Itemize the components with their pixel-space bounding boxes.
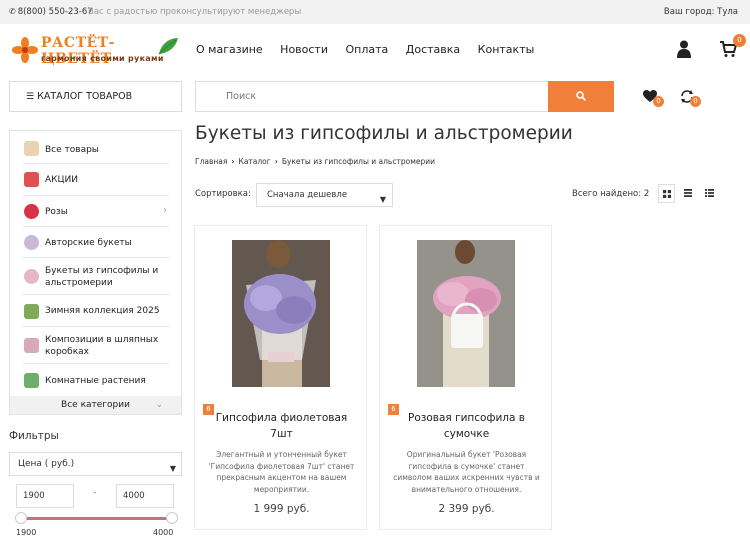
price-range-max-label: 4000 <box>153 528 174 537</box>
category-label: АКЦИИ <box>45 175 78 185</box>
category-item-active[interactable]: Букеты из гипсофилы и альстромерии <box>23 258 169 295</box>
search-icon <box>576 91 586 101</box>
user-icon[interactable] <box>677 40 691 58</box>
results-count: Всего найдено: 2 <box>572 189 650 199</box>
category-label: Авторские букеты <box>45 238 132 248</box>
sort-select[interactable]: Сначала дешевле ▼ <box>256 183 393 207</box>
phone-link[interactable]: ✆ 8(800) 550-23-67 <box>9 7 93 17</box>
chevron-right-icon: › <box>163 205 167 216</box>
bouquet-icon <box>24 235 39 250</box>
price-slider-track[interactable] <box>20 517 173 520</box>
category-item[interactable]: Зимняя коллекция 2025 <box>23 295 169 327</box>
category-label: Композиции в шляпных коробках <box>45 335 159 357</box>
page-title: Букеты из гипсофилы и альстромерии <box>195 123 573 144</box>
breadcrumb-current: Букеты из гипсофилы и альстромерии <box>281 157 435 166</box>
price-filter-toggle[interactable]: Цена ( руб.) ▼ <box>9 452 182 476</box>
site-logo[interactable]: РАСТЁТ-ЦВЕТЁТ гармония своими руками <box>12 34 182 68</box>
breadcrumb-separator-icon: › <box>231 157 235 166</box>
grid-view-button[interactable] <box>658 184 675 203</box>
category-item[interactable]: Комнатные растения <box>23 364 169 394</box>
logo-tagline: гармония своими руками <box>41 54 164 63</box>
consult-text: Вас с радостью проконсультируют менеджер… <box>88 7 302 17</box>
chevron-down-icon: ▼ <box>169 464 176 473</box>
rose-icon <box>24 204 39 219</box>
compact-list-view-button[interactable] <box>701 184 718 203</box>
category-item[interactable]: АКЦИИ <box>23 164 169 196</box>
chevron-down-icon: ▼ <box>379 195 386 204</box>
product-card[interactable]: 6 Гипсофила фиолетовая 7шт Элегантный и … <box>194 225 367 530</box>
product-name[interactable]: Гипсофила фиолетовая 7шт <box>205 410 358 442</box>
range-dash: - <box>93 488 97 498</box>
sort-label: Сортировка: <box>195 189 251 199</box>
category-menu: Все товары АКЦИИ Розы › Авторские букеты… <box>9 130 182 415</box>
product-description: Оригинальный букет 'Розовая гипсофила в … <box>393 450 540 494</box>
sort-value: Сначала дешевле <box>267 190 348 200</box>
product-image[interactable] <box>232 240 330 387</box>
breadcrumb-catalog[interactable]: Каталог <box>239 157 271 166</box>
category-item[interactable]: Розы › <box>23 196 169 227</box>
nav-delivery[interactable]: Доставка <box>406 43 460 56</box>
price-filter-label: Цена ( руб.) <box>18 459 75 469</box>
phone-number: 8(800) 550-23-67 <box>17 7 93 17</box>
all-categories-label: Все категории <box>61 400 130 410</box>
product-description: Элегантный и утонченный букет 'Гипсофила… <box>208 450 355 494</box>
cart-icon <box>24 141 39 156</box>
phone-icon: ✆ <box>9 7 16 16</box>
catalog-button[interactable]: ☰ КАТАЛОГ ТОВАРОВ <box>9 81 182 112</box>
category-item[interactable]: Все товары <box>23 138 169 164</box>
price-slider-min-handle[interactable] <box>15 512 27 524</box>
nav-contacts[interactable]: Контакты <box>478 43 535 56</box>
search-input[interactable] <box>195 81 549 112</box>
compact-list-icon <box>705 189 714 197</box>
filters-title: Фильтры <box>9 430 59 442</box>
category-item[interactable]: Композиции в шляпных коробках <box>23 327 169 364</box>
nav-about[interactable]: О магазине <box>196 43 263 56</box>
product-price: 2 399 руб. <box>438 503 495 515</box>
category-label: Зимняя коллекция 2025 <box>45 306 160 316</box>
product-price: 1 999 руб. <box>253 503 310 515</box>
plant-icon <box>24 373 39 388</box>
search-button[interactable] <box>548 81 614 112</box>
product-card[interactable]: 6 Розовая гипсофила в сумочке Оригинальн… <box>379 225 552 530</box>
nav-payment[interactable]: Оплата <box>346 43 389 56</box>
category-label: Розы <box>45 207 68 217</box>
list-view-button[interactable] <box>680 184 697 203</box>
gypsophila-icon <box>24 269 39 284</box>
main-nav: О магазине Новости Оплата Доставка Конта… <box>196 43 548 56</box>
price-max-input[interactable]: 4000 <box>116 484 174 508</box>
list-icon: ☰ <box>26 92 35 102</box>
hatbox-icon <box>24 338 39 353</box>
cart-count-badge: 0 <box>733 34 746 47</box>
percent-icon <box>24 172 39 187</box>
tree-icon <box>24 304 39 319</box>
breadcrumb-home[interactable]: Главная <box>195 157 227 166</box>
leaf-icon <box>158 38 178 55</box>
product-image[interactable] <box>417 240 515 387</box>
category-label: Комнатные растения <box>45 376 146 386</box>
wishlist-count-badge: 0 <box>653 96 664 107</box>
product-name[interactable]: Розовая гипсофила в сумочке <box>390 410 543 442</box>
top-bar: ✆ 8(800) 550-23-67 Вас с радостью проконс… <box>0 0 750 24</box>
category-label: Букеты из гипсофилы и альстромерии <box>45 266 159 288</box>
breadcrumb-separator-icon: › <box>274 157 278 166</box>
category-item[interactable]: Авторские букеты <box>23 227 169 258</box>
list-icon <box>684 189 692 197</box>
price-range-min-label: 1900 <box>16 528 37 537</box>
compare-count-badge: 0 <box>690 96 701 107</box>
catalog-label: КАТАЛОГ ТОВАРОВ <box>37 91 133 102</box>
breadcrumb: Главная › Каталог › Букеты из гипсофилы и ал… <box>195 157 435 166</box>
price-min-input[interactable]: 1900 <box>16 484 74 508</box>
category-label: Все товары <box>45 145 99 155</box>
price-slider-max-handle[interactable] <box>166 512 178 524</box>
nav-news[interactable]: Новости <box>280 43 328 56</box>
all-categories-button[interactable]: Все категории ⌄ <box>10 396 181 414</box>
chevron-down-icon: ⌄ <box>155 400 163 410</box>
city-selector[interactable]: Ваш город: Тула <box>664 7 738 17</box>
flower-logo-icon <box>12 37 38 63</box>
grid-icon <box>663 190 671 198</box>
